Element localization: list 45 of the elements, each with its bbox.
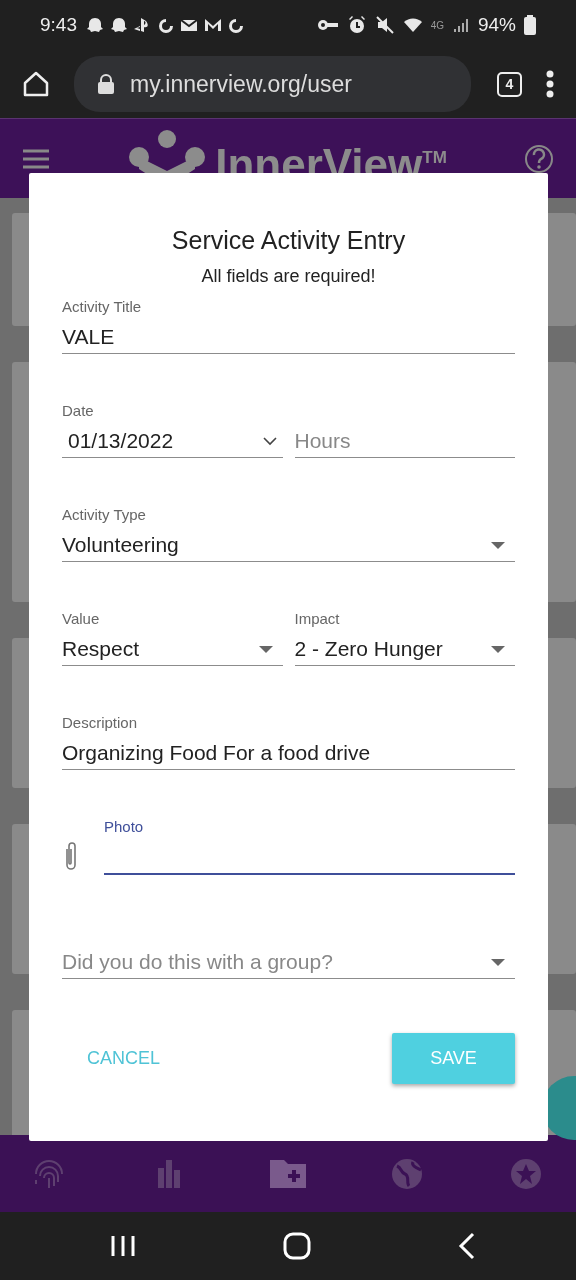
lock-icon — [98, 74, 114, 94]
signal-icon — [451, 16, 470, 34]
home-icon[interactable] — [22, 70, 50, 98]
key-icon — [316, 18, 339, 32]
ghost-icon — [85, 16, 105, 34]
mail-icon — [203, 16, 223, 34]
more-icon[interactable] — [546, 70, 554, 98]
chevron-down-icon — [262, 436, 277, 446]
caret-icon — [258, 645, 273, 653]
field-label: Impact — [294, 609, 341, 629]
url-text: my.innerview.org/user — [130, 69, 352, 99]
dropdown-field[interactable]: Did you do this with a group? — [62, 942, 515, 979]
help-icon[interactable] — [524, 143, 554, 174]
battery-icon — [524, 15, 536, 35]
network-label: 4G — [430, 18, 444, 33]
field-label: Date — [62, 401, 95, 421]
recent-apps-icon[interactable] — [110, 1234, 136, 1258]
text-field[interactable]: Hours — [294, 421, 515, 458]
mute-icon — [374, 15, 395, 35]
ghost-icon — [109, 16, 129, 34]
text-field[interactable]: Organizing Food For a food drive — [62, 733, 515, 770]
dropdown-field[interactable]: 2 - Zero Hunger — [294, 629, 515, 666]
field-label: Value — [62, 609, 101, 629]
dialog-title: Service Activity Entry — [170, 225, 407, 255]
back-icon[interactable] — [458, 1232, 476, 1260]
battery-label: 94% — [477, 12, 516, 37]
caret-icon — [491, 958, 505, 966]
tab-count-button[interactable]: 4 — [497, 71, 522, 97]
caret-icon — [491, 645, 505, 653]
field-label: Activity Type — [62, 505, 147, 525]
dialog-subtitle: All fields are required! — [200, 265, 377, 288]
date-field[interactable]: 01/13/2022 — [62, 421, 283, 458]
dropdown-field[interactable]: Volunteering — [62, 525, 515, 562]
field-label: Description — [62, 713, 139, 733]
caret-icon — [491, 541, 505, 549]
sync-icon — [157, 16, 175, 34]
text-field[interactable]: VALE — [62, 317, 515, 354]
trademark-mark: TM — [422, 146, 447, 167]
field-label: Activity Title — [62, 297, 143, 317]
menu-icon[interactable] — [22, 147, 50, 170]
dropdown-field[interactable]: Respect — [62, 629, 283, 666]
sync-icon — [227, 16, 245, 34]
status-time: 9:43 — [40, 12, 77, 37]
address-bar[interactable]: my.innerview.org/user — [74, 56, 471, 112]
field-label: Photo — [104, 817, 145, 837]
